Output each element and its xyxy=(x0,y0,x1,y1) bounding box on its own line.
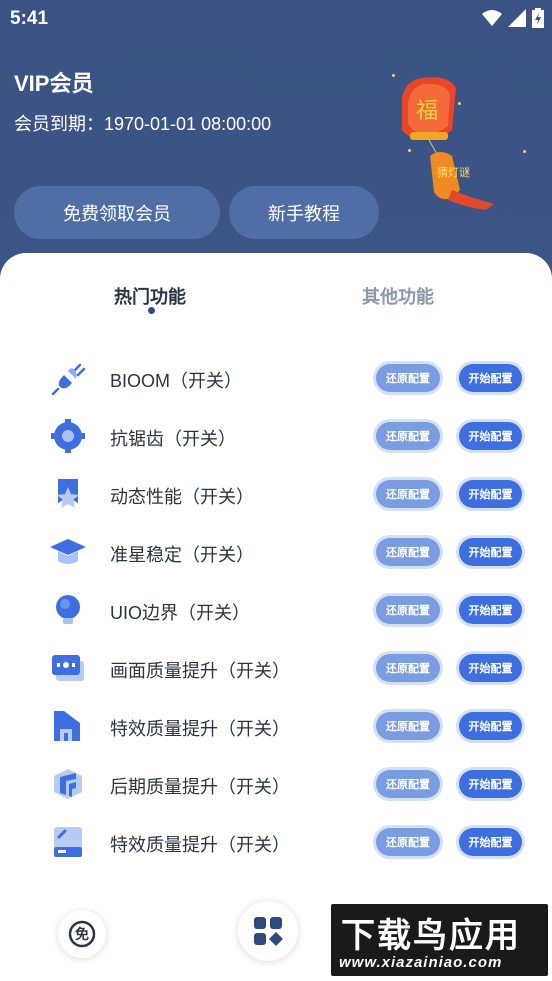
apps-grid-icon xyxy=(254,917,283,946)
restore-config-button[interactable]: 还原配置 xyxy=(376,712,440,740)
watermark-title: 下载鸟应用 xyxy=(341,916,521,956)
watermark: 下载鸟应用 www.xiazainiao.com xyxy=(331,904,548,976)
bookmark-star-icon xyxy=(57,479,79,508)
expire-value: 1970-01-01 08:00:00 xyxy=(104,114,272,134)
feature-row: BIOOM（开关） 还原配置 开始配置 xyxy=(0,357,552,397)
screen-icon xyxy=(52,655,84,681)
watermark-url: www.xiazainiao.com xyxy=(339,954,503,971)
feature-card: 热门功能 其他功能 BIOOM（开关） 还原配置 开始配置 抗锯齿（开关） 还原… xyxy=(0,253,552,981)
feature-label: 准星稳定（开关） xyxy=(110,545,254,565)
tutorial-button[interactable]: 新手教程 xyxy=(229,186,379,239)
svg-text:免: 免 xyxy=(75,926,89,943)
apps-grid-button[interactable] xyxy=(238,901,298,961)
start-config-button[interactable]: 开始配置 xyxy=(459,422,522,450)
feature-label: 后期质量提升（开关） xyxy=(110,777,290,797)
wifi-icon xyxy=(482,10,502,26)
lantern-char: 福 xyxy=(416,99,438,124)
vip-title: VIP会员 xyxy=(14,71,94,96)
feature-label: UIO边界（开关） xyxy=(110,603,251,623)
start-config-button[interactable]: 开始配置 xyxy=(459,364,522,392)
graduation-cap-icon xyxy=(50,539,86,564)
cube-icon xyxy=(54,769,82,799)
start-config-button[interactable]: 开始配置 xyxy=(459,770,522,798)
lantern-char: 猜灯谜 xyxy=(437,166,470,179)
restore-config-button[interactable]: 还原配置 xyxy=(376,422,440,450)
tab-active-indicator xyxy=(148,307,155,314)
feature-label: 动态性能（开关） xyxy=(110,487,254,507)
feature-label: 特效质量提升（开关） xyxy=(110,719,290,739)
expire-line: 会员到期：1970-01-01 08:00:00 xyxy=(14,110,271,136)
restore-config-button[interactable]: 还原配置 xyxy=(376,364,440,392)
restore-config-button[interactable]: 还原配置 xyxy=(376,538,440,566)
restore-config-button[interactable]: 还原配置 xyxy=(376,770,440,798)
feature-label: 抗锯齿（开关） xyxy=(110,429,236,449)
restore-config-button[interactable]: 还原配置 xyxy=(376,480,440,508)
expire-label: 会员到期： xyxy=(14,114,104,134)
status-icons xyxy=(482,8,544,28)
feature-label: BIOOM（开关） xyxy=(110,371,243,391)
restore-config-button[interactable]: 还原配置 xyxy=(376,596,440,624)
battery-charging-icon xyxy=(532,8,544,28)
feature-row: 准星稳定（开关） 还原配置 开始配置 xyxy=(0,531,552,571)
start-config-button[interactable]: 开始配置 xyxy=(459,828,522,856)
start-config-button[interactable]: 开始配置 xyxy=(459,596,522,624)
lantern-illustration: 福 猜灯谜 xyxy=(382,72,502,222)
signal-icon xyxy=(508,9,526,27)
restore-config-button[interactable]: 还原配置 xyxy=(376,654,440,682)
start-config-button[interactable]: 开始配置 xyxy=(459,712,522,740)
feature-row: 特效质量提升（开关） 还原配置 开始配置 xyxy=(0,705,552,745)
bulb-icon xyxy=(56,595,80,624)
tab-hot[interactable]: 热门功能 xyxy=(114,283,186,309)
tab-other[interactable]: 其他功能 xyxy=(362,283,434,309)
free-icon: 免 xyxy=(68,920,96,948)
start-config-button[interactable]: 开始配置 xyxy=(459,538,522,566)
status-time: 5:41 xyxy=(10,8,49,29)
star-dot xyxy=(523,150,526,153)
start-config-button[interactable]: 开始配置 xyxy=(459,480,522,508)
feature-row: 后期质量提升（开关） 还原配置 开始配置 xyxy=(0,763,552,803)
start-config-button[interactable]: 开始配置 xyxy=(459,654,522,682)
status-bar: 5:41 xyxy=(0,0,552,38)
feature-row: 画面质量提升（开关） 还原配置 开始配置 xyxy=(0,647,552,687)
free-nav-button[interactable]: 免 xyxy=(58,910,106,958)
feature-row: 抗锯齿（开关） 还原配置 开始配置 xyxy=(0,415,552,455)
restore-config-button[interactable]: 还原配置 xyxy=(376,828,440,856)
card-icon xyxy=(54,827,82,857)
feature-label: 特效质量提升（开关） xyxy=(110,835,290,855)
feature-label: 画面质量提升（开关） xyxy=(110,661,290,681)
feature-row: UIO边界（开关） 还原配置 开始配置 xyxy=(0,589,552,629)
free-vip-button[interactable]: 免费领取会员 xyxy=(14,186,220,239)
plug-icon xyxy=(51,363,86,395)
gear-icon xyxy=(51,419,85,453)
building-icon xyxy=(54,711,80,741)
feature-row: 特效质量提升（开关） 还原配置 开始配置 xyxy=(0,821,552,861)
feature-row: 动态性能（开关） 还原配置 开始配置 xyxy=(0,473,552,513)
